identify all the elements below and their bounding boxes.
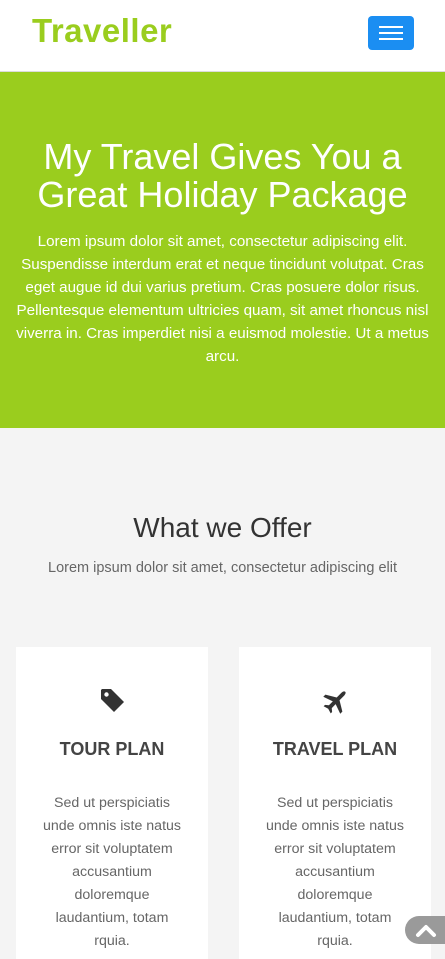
scroll-to-top-button[interactable] — [405, 916, 445, 944]
card-title: TOUR PLAN — [59, 739, 165, 759]
tour-plan-card: TOUR PLAN Sed ut perspiciatis unde omnis… — [16, 647, 208, 959]
card-title: TRAVEL PLAN — [272, 739, 398, 759]
card-text: Sed ut perspiciatis unde omnis iste natu… — [265, 795, 405, 949]
plane-icon — [322, 687, 350, 715]
tag-icon — [99, 687, 127, 715]
hero-section: My Travel Gives You a Great Holiday Pack… — [0, 72, 445, 428]
menu-toggle-button[interactable] — [368, 16, 414, 50]
hero-title: My Travel Gives You a Great Holiday Pack… — [37, 136, 408, 215]
travel-plan-card: TRAVEL PLAN Sed ut perspiciatis unde omn… — [239, 647, 431, 959]
card-text: Sed ut perspiciatis unde omnis iste natu… — [42, 795, 182, 949]
navbar: Traveller — [0, 0, 445, 72]
offer-title: What we Offer — [133, 512, 312, 543]
hero-text: Lorem ipsum dolor sit amet, consectetur … — [16, 233, 429, 365]
offer-subtitle: Lorem ipsum dolor sit amet, consectetur … — [48, 560, 397, 576]
brand-logo[interactable]: Traveller — [32, 12, 172, 50]
